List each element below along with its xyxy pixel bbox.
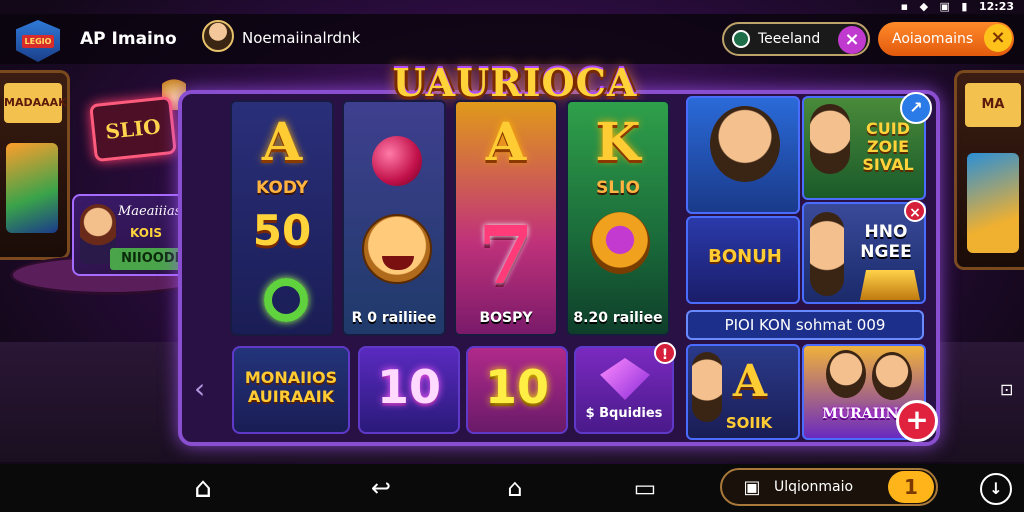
slot-machine-right: MA <box>954 70 1024 270</box>
status-icons: ▪ ◆ ▣ ▮ 12:23 <box>900 0 1014 13</box>
wallet-pill-button[interactable]: 1 <box>888 471 934 503</box>
region-pill-label: Teeeland <box>758 31 821 47</box>
reel-1[interactable]: A KODY 50 <box>230 100 334 336</box>
tile-gem-label: $ Bquidies <box>585 406 663 421</box>
character-right <box>872 352 912 400</box>
info-icon[interactable]: ↗ <box>900 92 932 124</box>
character-left <box>826 350 866 398</box>
machine-screen-left <box>6 143 58 233</box>
reel-4[interactable]: K SLIO 8.20 railiee <box>566 100 670 336</box>
card-soon[interactable]: A SOIIK <box>686 344 800 440</box>
download-icon[interactable]: ↓ <box>980 473 1012 505</box>
user-name: Noemaiinalrdnk <box>242 29 361 47</box>
smiling-face-icon <box>362 214 432 284</box>
reel-1-value: 50 <box>252 206 312 255</box>
app-logo[interactable]: LEGIO <box>16 20 60 62</box>
ring-icon <box>264 278 308 322</box>
cherry-icon <box>372 136 422 186</box>
reel-4-top-symbol: K <box>595 112 641 173</box>
reel-4-footer: 8.20 railiee <box>573 310 663 326</box>
recent-apps-icon[interactable]: ▭ <box>628 472 662 504</box>
close-icon[interactable]: ! <box>654 342 676 364</box>
card-bonus[interactable]: BONUH <box>686 216 800 304</box>
neon-sign: SLIO <box>89 95 177 163</box>
reel-3[interactable]: A 7 BOSPY <box>454 100 558 336</box>
wallet-pill-label: Ulqionmaio <box>774 479 854 495</box>
hero-character <box>710 106 780 182</box>
card-club-title: CUID ZOIE SIVAL <box>862 119 914 174</box>
region-pill[interactable]: Teeeland × <box>722 22 870 56</box>
tile-monaiios[interactable]: MONAIIOS AUIRAAIK <box>232 346 350 434</box>
reel-1-label: KODY <box>255 178 309 198</box>
machine-marquee-right: MA <box>965 83 1021 127</box>
tile-ten-purple[interactable]: 10 <box>358 346 460 434</box>
slot-machine-left: MADAAAK <box>0 70 70 260</box>
reel-4-label: SLIO <box>596 178 640 198</box>
treasure-chest-icon <box>860 270 920 300</box>
navigation-bar: ⌂ ↩ ⌂ ▭ ▣ Ulqionmaio 1 ↓ <box>0 464 1024 512</box>
reel-2[interactable]: R 0 railiiee <box>342 100 446 336</box>
status-bar: ▪ ◆ ▣ ▮ 12:23 <box>0 0 1024 14</box>
card-hero[interactable] <box>686 96 800 214</box>
reel-2-label: R 0 railiiee <box>351 310 437 326</box>
status-time: 12:23 <box>978 0 1014 13</box>
reel-3-top-symbol: A <box>485 112 527 173</box>
machine-screen-right <box>967 153 1019 253</box>
reel-3-label: BOSPY <box>479 310 533 326</box>
close-icon[interactable]: × <box>838 26 866 54</box>
gem-icon <box>600 358 650 400</box>
promo-pill[interactable]: Aoiaomains × <box>878 22 1014 56</box>
home-icon[interactable]: ⌂ <box>186 472 220 504</box>
promo-pill-label: Aoiaomains <box>892 31 974 47</box>
card-soon-symbol: A <box>732 356 768 407</box>
left-promo-subtitle: KOIS <box>130 226 163 240</box>
treasure-pot-icon <box>590 212 650 274</box>
machine-marquee-left: MADAAAK <box>4 83 67 123</box>
home-button-icon[interactable]: ⌂ <box>498 472 532 504</box>
seven-icon: 7 <box>478 208 534 302</box>
close-icon[interactable]: × <box>984 24 1012 52</box>
card-house-title: HNO NGEE <box>860 222 912 262</box>
card-soon-label: SOIIK <box>725 414 773 432</box>
add-button[interactable]: + <box>896 400 938 442</box>
region-icon <box>732 30 750 48</box>
slot-reels: A KODY 50 R 0 railiiee A 7 BOSPY K SLIO … <box>230 100 678 336</box>
promo-banner[interactable]: PIOI KON sohmat 009 <box>686 310 924 340</box>
tile-ten-purple-label: 10 <box>376 360 441 414</box>
reel-1-top-symbol: A <box>261 112 303 173</box>
card-bonus-title: BONUH <box>708 246 782 267</box>
wallet-pill[interactable]: ▣ Ulqionmaio 1 <box>720 468 938 506</box>
wallet-icon: ▣ <box>743 477 761 498</box>
club-character <box>810 104 850 174</box>
back-icon[interactable]: ↩ <box>364 472 398 504</box>
tile-ten-gold[interactable]: 10 <box>466 346 568 434</box>
close-icon[interactable]: × <box>904 200 926 222</box>
app-title: AP Imaino <box>80 29 177 49</box>
avatar[interactable] <box>202 20 234 52</box>
chevron-left-icon[interactable]: ‹ <box>194 372 205 405</box>
tile-ten-gold-label: 10 <box>484 360 549 414</box>
screen-record-icon[interactable]: ⊡ <box>1000 380 1013 399</box>
house-character <box>810 212 844 296</box>
app-logo-text: LEGIO <box>21 34 55 48</box>
tile-monaiios-label: MONAIIOS AUIRAAIK <box>244 368 338 406</box>
